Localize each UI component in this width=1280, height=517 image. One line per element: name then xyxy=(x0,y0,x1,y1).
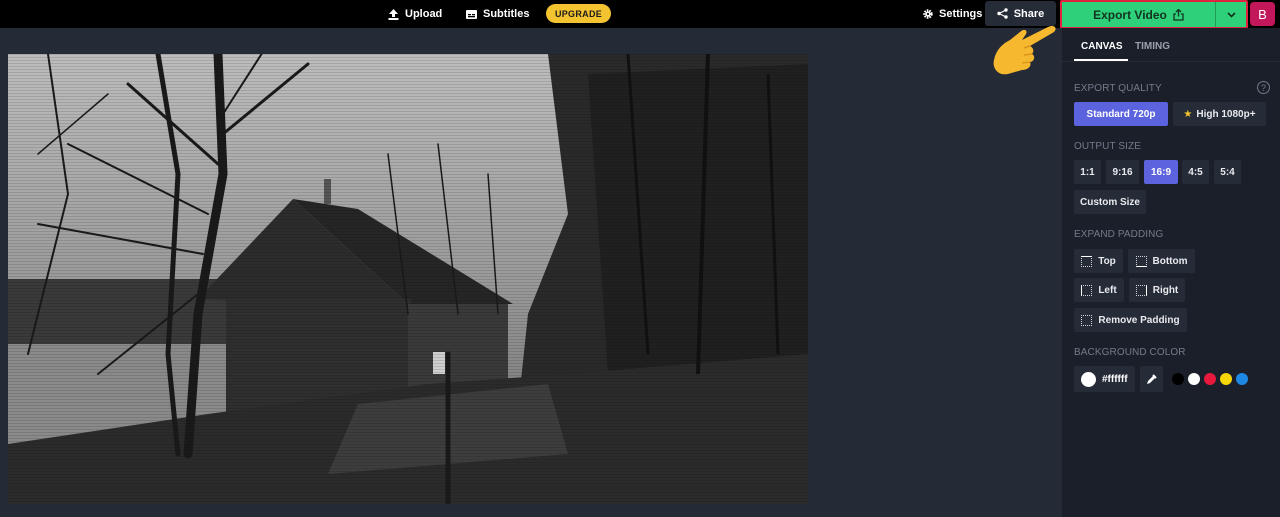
settings-label: Settings xyxy=(939,8,983,20)
export-video-group: Export Video xyxy=(1060,0,1248,29)
share-label: Share xyxy=(1013,7,1045,20)
padding-left-icon xyxy=(1081,284,1093,296)
padding-bottom-button[interactable]: Bottom xyxy=(1128,249,1195,273)
preset-color-red[interactable] xyxy=(1204,373,1216,385)
expand-padding-label: EXPAND PADDING xyxy=(1074,229,1164,240)
tab-timing[interactable]: TIMING xyxy=(1135,41,1170,52)
star-icon: ★ xyxy=(1183,108,1193,120)
upload-label: Upload xyxy=(405,8,443,20)
quality-standard-720p[interactable]: Standard 720p xyxy=(1074,102,1168,126)
padding-right-button[interactable]: Right xyxy=(1129,278,1185,302)
size-16-9[interactable]: 16:9 xyxy=(1144,160,1178,184)
padding-top-label: Top xyxy=(1098,255,1116,267)
chevron-down-icon xyxy=(1226,11,1236,18)
settings-button[interactable]: Settings xyxy=(923,0,982,28)
top-bar: Upload Subtitles UPGRADE Settings Share … xyxy=(0,0,1280,29)
subtitles-button[interactable]: Subtitles xyxy=(466,0,529,28)
remove-padding-icon xyxy=(1081,314,1093,326)
panel-tabs: CANVAS TIMING xyxy=(1062,28,1280,62)
pointing-hand-icon xyxy=(993,25,1056,75)
background-color-label: BACKGROUND COLOR xyxy=(1074,347,1186,358)
padding-bottom-label: Bottom xyxy=(1152,255,1188,267)
size-1-1[interactable]: 1:1 xyxy=(1074,160,1101,184)
export-share-icon xyxy=(1173,8,1184,21)
upload-button[interactable]: Upload xyxy=(388,0,442,28)
size-9-16[interactable]: 9:16 xyxy=(1106,160,1139,184)
subtitles-icon xyxy=(466,9,477,19)
video-preview-image[interactable] xyxy=(8,54,808,504)
output-size-label: OUTPUT SIZE xyxy=(1074,141,1142,152)
current-color-hex: #ffffff xyxy=(1102,373,1128,385)
background-color-selector[interactable]: #ffffff xyxy=(1074,366,1135,392)
padding-top-icon xyxy=(1081,255,1093,267)
cabin-photo xyxy=(8,54,808,504)
preset-color-white[interactable] xyxy=(1188,373,1200,385)
padding-left-label: Left xyxy=(1098,284,1117,296)
quality-high-1080p[interactable]: ★ High 1080p+ xyxy=(1173,102,1266,126)
remove-padding-label: Remove Padding xyxy=(1098,314,1180,326)
canvas-area xyxy=(0,28,1062,517)
share-icon xyxy=(997,8,1008,19)
padding-bottom-icon xyxy=(1135,255,1147,267)
size-4-5[interactable]: 4:5 xyxy=(1182,160,1209,184)
padding-right-icon xyxy=(1135,284,1147,296)
custom-size-button[interactable]: Custom Size xyxy=(1074,190,1146,214)
export-video-button[interactable]: Export Video xyxy=(1062,2,1215,27)
padding-top-button[interactable]: Top xyxy=(1074,249,1123,273)
help-icon[interactable]: ? xyxy=(1257,81,1270,94)
user-avatar[interactable]: B xyxy=(1250,2,1275,26)
padding-left-button[interactable]: Left xyxy=(1074,278,1124,302)
preset-color-yellow[interactable] xyxy=(1220,373,1232,385)
padding-right-label: Right xyxy=(1152,284,1179,296)
upgrade-button[interactable]: UPGRADE xyxy=(546,4,611,23)
remove-padding-button[interactable]: Remove Padding xyxy=(1074,308,1187,332)
export-video-label: Export Video xyxy=(1093,7,1167,22)
settings-panel: CANVAS TIMING EXPORT QUALITY ? Standard … xyxy=(1062,28,1280,517)
subtitles-label: Subtitles xyxy=(483,8,530,20)
eyedropper-button[interactable] xyxy=(1140,366,1163,392)
export-options-dropdown[interactable] xyxy=(1215,2,1246,27)
current-color-swatch xyxy=(1081,371,1096,387)
active-tab-indicator xyxy=(1074,59,1128,61)
eyedropper-icon xyxy=(1147,373,1157,384)
size-5-4[interactable]: 5:4 xyxy=(1214,160,1241,184)
preset-color-blue[interactable] xyxy=(1236,373,1248,385)
tab-canvas[interactable]: CANVAS xyxy=(1081,41,1122,52)
upload-icon xyxy=(388,8,399,20)
gear-icon xyxy=(923,9,933,19)
preset-color-black[interactable] xyxy=(1172,373,1184,385)
export-quality-label: EXPORT QUALITY xyxy=(1074,83,1162,94)
quality-high-label: High 1080p+ xyxy=(1196,108,1256,120)
